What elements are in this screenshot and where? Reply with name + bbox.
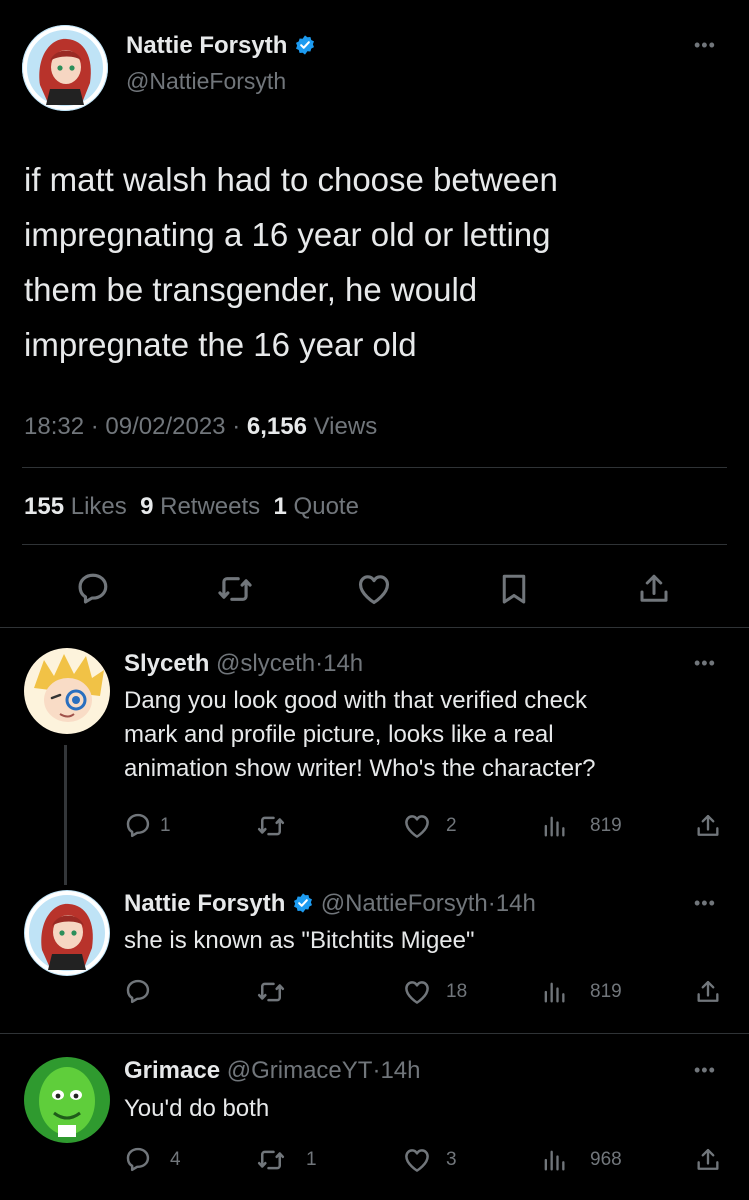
- more-icon[interactable]: •••: [694, 36, 716, 54]
- tweet-date[interactable]: 09/02/2023: [105, 413, 225, 440]
- author-name[interactable]: Nattie Forsyth: [126, 32, 287, 59]
- retweet-count: 1: [306, 1149, 317, 1170]
- share-icon[interactable]: [694, 1145, 722, 1175]
- more-icon[interactable]: •••: [694, 654, 716, 672]
- reply-text-line: mark and profile picture, looks like a r…: [124, 721, 554, 748]
- retweet-icon[interactable]: [256, 811, 286, 841]
- avatar[interactable]: [22, 25, 108, 111]
- views-count: 819: [590, 981, 622, 1002]
- tweet-text: if matt walsh had to choose between impr…: [24, 152, 724, 372]
- more-icon[interactable]: •••: [694, 894, 716, 912]
- views-icon[interactable]: [540, 811, 568, 841]
- bookmark-icon[interactable]: [496, 570, 532, 608]
- reply-header: Slyceth @slyceth·14h: [124, 650, 363, 678]
- reply-text-line: animation show writer! Who's the charact…: [124, 755, 596, 782]
- separator: ·: [487, 890, 496, 917]
- tweet-text-line: impregnating a 16 year old or letting: [24, 216, 551, 253]
- views-label: Views: [313, 413, 378, 440]
- reply-time[interactable]: 14h: [323, 650, 363, 677]
- heart-icon[interactable]: [355, 570, 393, 608]
- thread-line: [64, 745, 67, 885]
- retweet-icon[interactable]: [256, 977, 286, 1007]
- heart-icon[interactable]: [402, 811, 432, 841]
- reply-time[interactable]: 14h: [380, 1057, 420, 1084]
- author-handle[interactable]: @NattieForsyth: [126, 68, 286, 95]
- reply-header: Grimace @GrimaceYT·14h: [124, 1057, 421, 1085]
- views-icon[interactable]: [540, 1145, 568, 1175]
- likes-label: Likes: [70, 493, 127, 520]
- verified-badge-icon: [294, 34, 316, 56]
- retweet-icon[interactable]: [256, 1145, 286, 1175]
- separator: ·: [232, 413, 241, 440]
- divider: [0, 1033, 749, 1034]
- share-icon[interactable]: [694, 811, 722, 841]
- author-name[interactable]: Nattie Forsyth: [124, 890, 285, 917]
- engagement-stats: 155 Likes 9 Retweets 1 Quote: [24, 493, 359, 521]
- tweet-time[interactable]: 18:32: [24, 413, 84, 440]
- tweet-meta: 18:32 · 09/02/2023 · 6,156 Views: [24, 413, 377, 441]
- views-count: 6,156: [246, 413, 307, 440]
- divider: [0, 627, 749, 628]
- reply-icon[interactable]: [75, 570, 111, 606]
- reply-text-line: she is known as "Bitchtits Migee": [124, 927, 475, 954]
- more-icon[interactable]: •••: [694, 1061, 716, 1079]
- share-icon[interactable]: [694, 977, 722, 1007]
- retweets-stat[interactable]: 9 Retweets: [140, 493, 260, 520]
- author-name[interactable]: Grimace: [124, 1057, 220, 1084]
- avatar[interactable]: [24, 1057, 110, 1143]
- reply-text-line: Dang you look good with that verified ch…: [124, 687, 587, 714]
- heart-icon[interactable]: [402, 1145, 432, 1175]
- quotes-count: 1: [273, 493, 287, 520]
- views-count: 968: [590, 1149, 622, 1170]
- author-handle[interactable]: @NattieForsyth: [321, 890, 488, 917]
- views-count: 819: [590, 815, 622, 836]
- author-handle[interactable]: @GrimaceYT: [227, 1057, 373, 1084]
- avatar[interactable]: [24, 648, 110, 734]
- like-count: 2: [446, 815, 457, 836]
- reply-text: Dang you look good with that verified ch…: [124, 684, 595, 786]
- retweets-label: Retweets: [160, 493, 261, 520]
- like-count: 18: [446, 981, 468, 1002]
- likes-count: 155: [24, 493, 65, 520]
- avatar[interactable]: [24, 890, 110, 976]
- reply-icon[interactable]: [124, 1145, 152, 1173]
- divider: [22, 467, 727, 468]
- reply-header: Nattie Forsyth @NattieForsyth·14h: [124, 890, 536, 918]
- retweets-count: 9: [140, 493, 154, 520]
- reply-text: You'd do both: [124, 1092, 269, 1126]
- verified-badge-icon: [292, 892, 314, 914]
- author-handle[interactable]: @slyceth: [216, 650, 315, 677]
- quotes-label: Quote: [293, 493, 359, 520]
- reply-icon[interactable]: [124, 977, 152, 1005]
- divider: [22, 544, 727, 545]
- tweet-text-line: if matt walsh had to choose between: [24, 161, 558, 198]
- quotes-stat[interactable]: 1 Quote: [274, 493, 359, 520]
- reply-text: she is known as "Bitchtits Migee": [124, 924, 475, 958]
- share-icon[interactable]: [636, 570, 672, 608]
- tweet-text-line: impregnate the 16 year old: [24, 326, 417, 363]
- heart-icon[interactable]: [402, 977, 432, 1007]
- retweet-icon[interactable]: [216, 570, 254, 608]
- reply-count: 1: [160, 815, 171, 836]
- likes-stat[interactable]: 155 Likes: [24, 493, 127, 520]
- reply-text-line: You'd do both: [124, 1095, 270, 1122]
- tweet-text-line: them be transgender, he would: [24, 271, 478, 308]
- author-name[interactable]: Slyceth: [124, 650, 209, 677]
- separator: ·: [90, 413, 99, 440]
- like-count: 3: [446, 1149, 457, 1170]
- separator: ·: [315, 650, 324, 677]
- reply-icon[interactable]: [124, 811, 152, 839]
- reply-count: 4: [170, 1149, 181, 1170]
- reply-time[interactable]: 14h: [496, 890, 536, 917]
- views-icon[interactable]: [540, 977, 568, 1007]
